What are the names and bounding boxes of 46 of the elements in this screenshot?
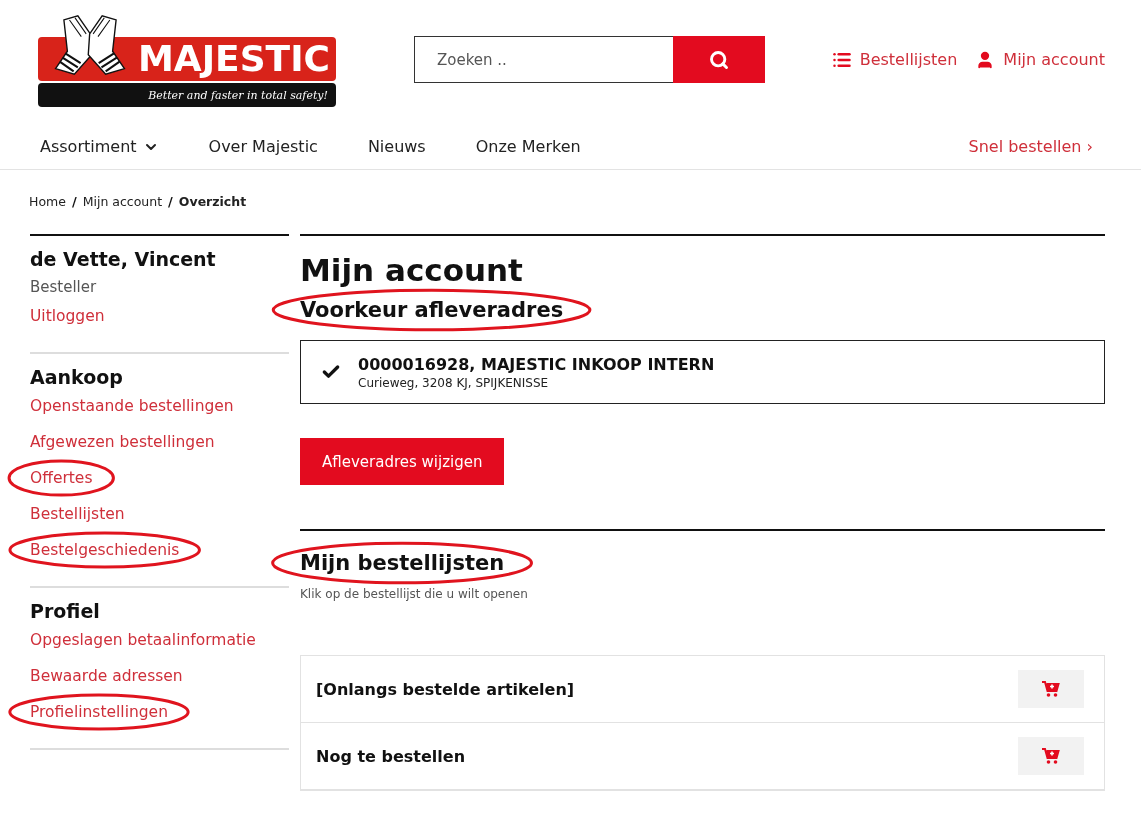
add-to-cart-button[interactable] <box>1018 737 1084 775</box>
order-list-row[interactable]: [Onlangs bestelde artikelen] <box>301 656 1104 723</box>
order-list-name[interactable]: [Onlangs bestelde artikelen] <box>316 679 575 699</box>
sidebar-link[interactable]: Bestelgeschiedenis <box>8 531 202 569</box>
header-link[interactable]: Bestellijsten <box>831 49 958 70</box>
nav-item[interactable]: Over Majestic <box>208 137 318 156</box>
breadcrumb-item[interactable]: Home <box>29 194 66 209</box>
logo-name: MAJESTIC <box>138 41 330 77</box>
section-heading: Voorkeur afleveradres <box>270 288 594 332</box>
logout-link[interactable]: Uitloggen <box>30 306 105 326</box>
user-role: Besteller <box>30 278 98 296</box>
sidebar-link[interactable]: Opgeslagen betaalinformatie <box>30 630 256 650</box>
quick-order-link[interactable]: Snel bestellen › <box>968 137 1093 156</box>
sidebar-link[interactable]: Profielinstellingen <box>8 693 190 731</box>
order-list-name[interactable]: Nog te bestellen <box>316 746 465 766</box>
nav-item[interactable]: Nieuws <box>367 137 426 156</box>
breadcrumb-separator: / <box>168 194 173 209</box>
header-link[interactable]: Mijn account <box>975 49 1105 70</box>
sidebar-link[interactable]: Bewaarde adressen <box>30 666 183 686</box>
nav-item[interactable]: Onze Merken <box>475 137 581 156</box>
user-name: de Vette, Vincent <box>30 248 217 270</box>
address-card[interactable]: 0000016928, MAJESTIC INKOOP INTERN Curieweg, 3208 KJ, SPIJKENISSE <box>300 340 1105 404</box>
change-address-button[interactable]: Afleveradres wijzigen <box>300 438 505 485</box>
logo-tagline: Better and faster in total safety! <box>148 88 328 102</box>
add-to-cart-button[interactable] <box>1018 670 1084 708</box>
sidebar-link[interactable]: Openstaande bestellingen <box>30 396 234 416</box>
section-heading: Mijn bestellijsten <box>270 541 535 585</box>
section-subtitle: Klik op de bestellijst die u wilt openen <box>300 587 529 601</box>
breadcrumb-separator: / <box>71 194 77 209</box>
order-list-row[interactable]: Nog te bestellen <box>301 723 1104 790</box>
breadcrumb-item[interactable]: Overzicht <box>178 194 247 209</box>
nav-item[interactable]: Assortiment <box>40 137 159 156</box>
cart-plus-icon <box>1042 680 1060 698</box>
search-field[interactable]: Zoeken .. <box>414 36 673 83</box>
sidebar-heading: Profiel <box>30 600 101 622</box>
page-title: Mijn account <box>300 252 524 288</box>
sidebar-heading: Aankoop <box>30 366 124 388</box>
address-title: 0000016928, MAJESTIC INKOOP INTERN <box>358 354 715 374</box>
sidebar-link[interactable]: Afgewezen bestellingen <box>30 432 215 452</box>
address-detail: Curieweg, 3208 KJ, SPIJKENISSE <box>358 375 550 390</box>
cart-plus-icon <box>1042 747 1060 765</box>
sidebar-link[interactable]: Offertes <box>8 459 115 497</box>
breadcrumb-item[interactable]: Mijn account <box>82 194 163 209</box>
sidebar-link[interactable]: Bestellijsten <box>30 504 125 524</box>
search-icon <box>709 49 729 70</box>
search-button[interactable] <box>673 36 765 83</box>
